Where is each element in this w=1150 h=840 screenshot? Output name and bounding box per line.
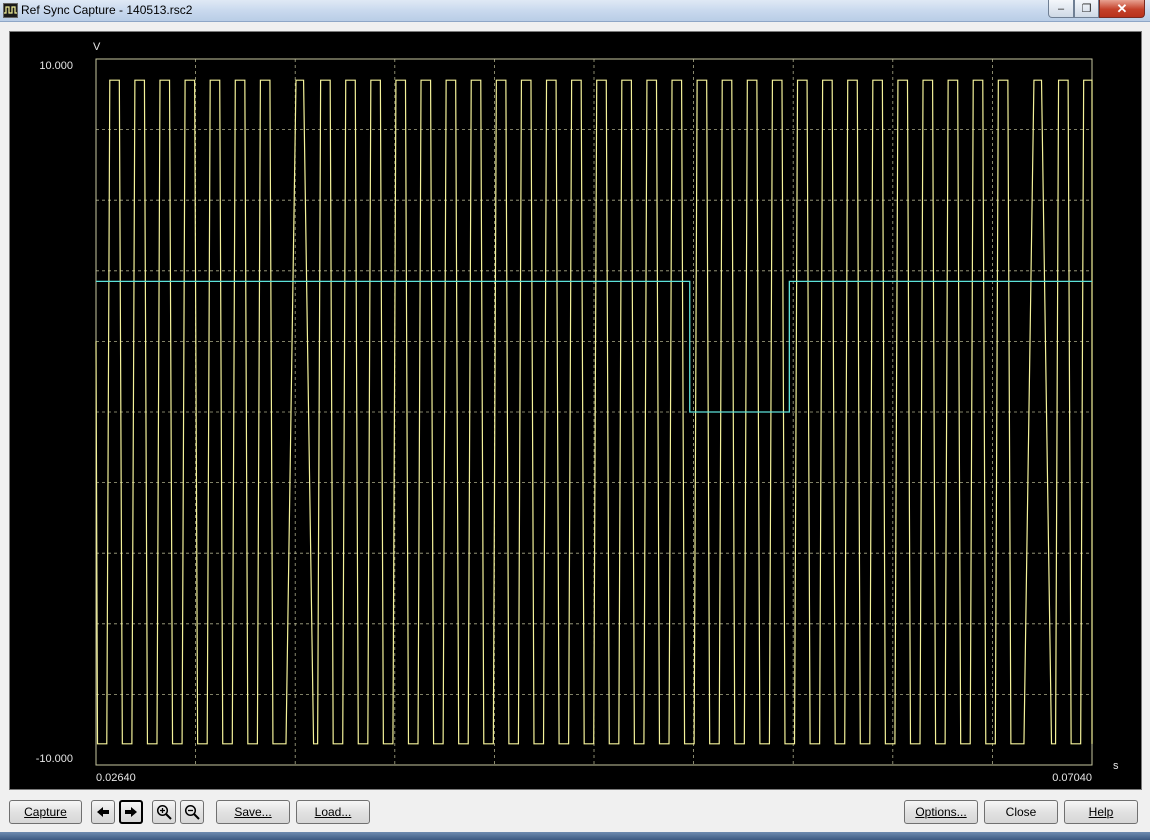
next-button[interactable] <box>119 800 143 824</box>
zoom-in-button[interactable] <box>152 800 176 824</box>
zoom-out-icon <box>184 804 200 820</box>
waveform-chart[interactable]: V 10.000 -10.000 0.02640 0.07040 s <box>10 32 1141 789</box>
maximize-icon: ❐ <box>1081 3 1092 15</box>
title-bar: Ref Sync Capture - 140513.rsc2 ‒ ❐ ✕ <box>0 0 1150 22</box>
close-icon: ✕ <box>1116 0 1128 16</box>
arrow-right-icon <box>125 807 137 817</box>
close-window-button[interactable]: ✕ <box>1099 0 1145 18</box>
arrow-left-icon <box>97 807 109 817</box>
os-taskbar <box>0 832 1150 840</box>
options-button[interactable]: Options... <box>904 800 978 824</box>
load-button[interactable]: Load... <box>296 800 370 824</box>
zoom-in-icon <box>156 804 172 820</box>
x-min-label: 0.02640 <box>96 772 136 784</box>
maximize-button[interactable]: ❐ <box>1074 0 1099 18</box>
minimize-icon: ‒ <box>1057 2 1065 15</box>
y-unit-label: V <box>93 41 101 53</box>
plot-area[interactable]: V 10.000 -10.000 0.02640 0.07040 s <box>9 31 1142 790</box>
minimize-button[interactable]: ‒ <box>1048 0 1074 18</box>
x-max-label: 0.07040 <box>1052 772 1092 784</box>
close-button[interactable]: Close <box>984 800 1058 824</box>
capture-button[interactable]: Capture <box>9 800 82 824</box>
x-unit-label: s <box>1113 760 1119 772</box>
save-button[interactable]: Save... <box>216 800 290 824</box>
y-max-label: 10.000 <box>39 60 73 72</box>
help-button[interactable]: Help <box>1064 800 1138 824</box>
y-min-label: -10.000 <box>36 753 73 765</box>
app-icon <box>3 3 18 18</box>
window-title: Ref Sync Capture - 140513.rsc2 <box>21 3 193 17</box>
zoom-out-button[interactable] <box>180 800 204 824</box>
prev-button[interactable] <box>91 800 115 824</box>
